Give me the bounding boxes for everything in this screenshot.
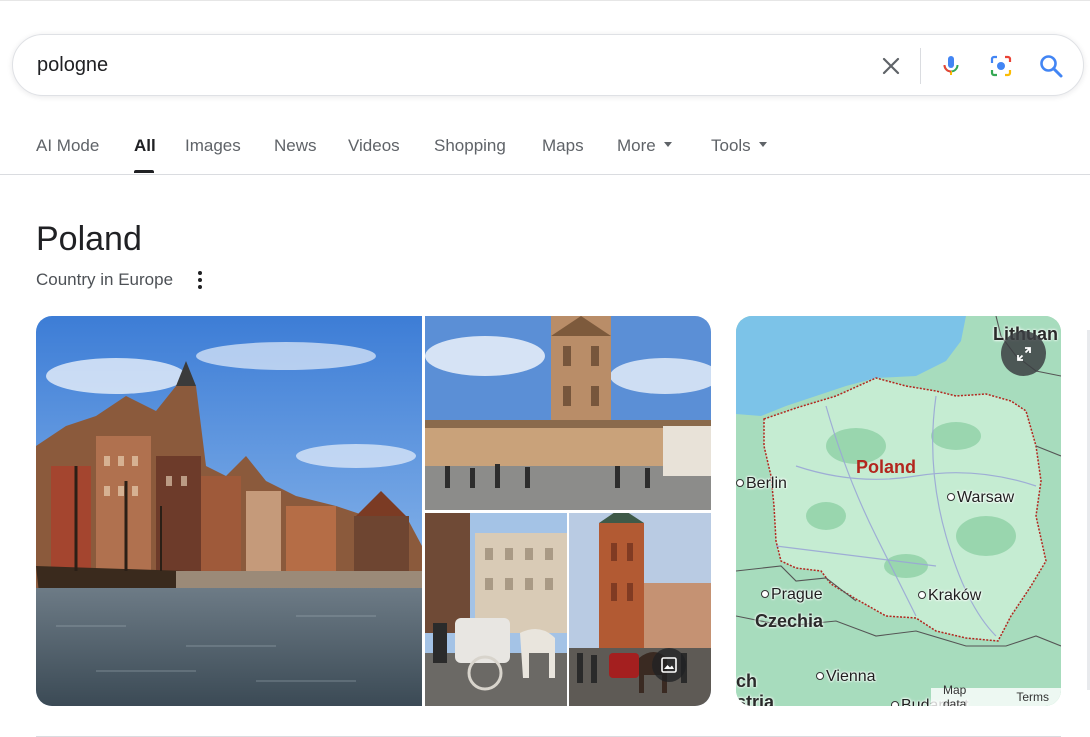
view-gallery-button[interactable] [652,648,686,682]
tabs-divider [0,174,1090,175]
clear-search-button[interactable] [875,50,907,82]
map-city-vienna: Vienna [816,668,876,686]
map-panel[interactable]: Lithuan Poland Berlin Warsaw Prague Krak… [736,316,1061,706]
map-label-czechia: Czechia [755,611,824,631]
caret-down-icon [758,142,767,148]
map-data-link[interactable]: Map data [943,683,988,706]
more-options-button[interactable] [190,268,210,292]
close-icon [882,57,900,75]
active-tab-indicator [134,170,154,173]
map-label-poland: Poland [856,457,917,477]
search-input[interactable] [37,49,817,81]
search-bar[interactable] [12,34,1084,96]
map-label-partial-ch: ch [736,671,758,691]
kp-title: Poland [36,220,142,258]
search-icon [1040,55,1063,78]
tab-images[interactable]: Images [185,136,241,156]
expand-map-button[interactable] [1001,331,1046,376]
map-terms-link[interactable]: Terms [1016,690,1049,704]
tab-all[interactable]: All [134,136,156,156]
lens-search-button[interactable] [985,50,1017,82]
top-divider [0,0,1090,1]
tab-ai-mode[interactable]: AI Mode [36,136,99,156]
map-city-berlin: Berlin [736,475,787,493]
map-canvas [736,316,1061,706]
caret-down-icon [663,142,672,148]
tab-more[interactable]: More [617,136,672,156]
photo-horse-carriage[interactable] [425,513,567,706]
lens-icon [990,55,1012,77]
map-city-prague: Prague [761,586,823,604]
map-label-austria: stria [736,692,775,706]
map-city-warsaw: Warsaw [947,489,1014,507]
voice-search-button[interactable] [935,50,967,82]
microphone-icon [943,56,959,75]
photo-st-marys-basilica[interactable] [569,513,711,706]
photo-collage [36,316,711,706]
search-bar-divider [920,48,921,84]
expand-icon [1016,346,1031,361]
tab-videos[interactable]: Videos [348,136,400,156]
kp-subtitle: Country in Europe [36,270,174,289]
tab-shopping[interactable]: Shopping [434,136,506,156]
tab-news[interactable]: News [274,136,317,156]
tab-maps[interactable]: Maps [542,136,584,156]
photo-gdansk-waterfront[interactable] [36,316,422,706]
search-submit-button[interactable] [1035,50,1067,82]
search-tabs: AI Mode All Images News Videos Shopping … [0,122,1090,174]
map-attribution: Map data Terms [931,683,1061,706]
image-icon [661,657,677,673]
map-city-krakow: Kraków [918,587,981,605]
tab-tools[interactable]: Tools [711,136,767,156]
photo-krakow-town-hall[interactable] [425,316,711,510]
more-vert-icon [198,271,202,275]
